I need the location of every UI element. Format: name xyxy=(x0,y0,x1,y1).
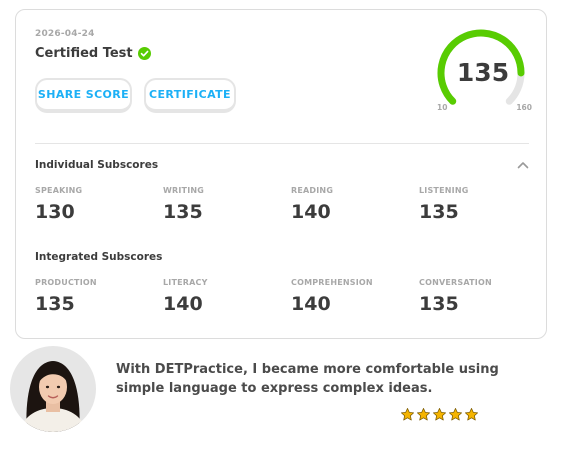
subscore-value: 140 xyxy=(291,201,331,223)
subscore-comprehension: COMPREHENSION 140 xyxy=(291,278,373,315)
subscore-value: 135 xyxy=(419,201,459,223)
star-icon xyxy=(449,408,462,421)
test-title-label: Certified Test xyxy=(35,46,133,61)
subscore-label: LISTENING xyxy=(419,186,469,195)
subscore-conversation: CONVERSATION 135 xyxy=(419,278,492,315)
check-circle-icon xyxy=(137,47,151,60)
score-card: 2026-04-24 Certified Test SHARE SCORE CE… xyxy=(15,9,547,339)
rating-stars xyxy=(400,407,479,422)
subscore-label: READING xyxy=(291,186,334,195)
testimonial-line-2: simple language to express complex ideas… xyxy=(116,381,433,396)
gauge-min-label: 10 xyxy=(437,103,448,112)
integrated-subscores-title: Integrated Subscores xyxy=(35,251,163,263)
subscore-reading: READING 140 xyxy=(291,186,333,223)
subscore-value: 130 xyxy=(35,201,75,223)
subscore-value: 135 xyxy=(35,293,75,315)
subscore-value: 140 xyxy=(163,293,203,315)
star-icon xyxy=(417,408,430,421)
subscore-production: PRODUCTION 135 xyxy=(35,278,97,315)
subscore-literacy: LITERACY 140 xyxy=(163,278,208,315)
subscore-label: SPEAKING xyxy=(35,186,83,195)
testimonial-quote: With DETPractice, I became more comforta… xyxy=(116,360,516,398)
subscore-value: 135 xyxy=(419,293,459,315)
subscore-writing: WRITING 135 xyxy=(163,186,204,223)
avatar xyxy=(10,346,96,432)
subscore-label: CONVERSATION xyxy=(419,278,492,287)
subscore-speaking: SPEAKING 130 xyxy=(35,186,82,223)
divider xyxy=(35,143,529,144)
star-icon xyxy=(433,408,446,421)
star-icon xyxy=(465,408,478,421)
subscore-label: COMPREHENSION xyxy=(291,278,373,287)
individual-subscores-title: Individual Subscores xyxy=(35,159,159,171)
overall-score: 135 xyxy=(456,58,510,87)
subscore-label: WRITING xyxy=(163,186,205,195)
test-date: 2026-04-24 xyxy=(35,29,95,39)
chevron-up-icon[interactable] xyxy=(517,161,529,169)
score-gauge: 135 10 160 xyxy=(434,27,532,119)
test-title: Certified Test xyxy=(35,46,151,61)
share-score-button[interactable]: SHARE SCORE xyxy=(35,78,132,113)
certificate-button[interactable]: CERTIFICATE xyxy=(144,78,236,113)
subscore-value: 140 xyxy=(291,293,331,315)
subscore-label: PRODUCTION xyxy=(35,278,97,287)
subscore-label: LITERACY xyxy=(163,278,208,287)
testimonial-line-1: With DETPractice, I became more comforta… xyxy=(116,362,499,377)
gauge-max-label: 160 xyxy=(516,103,532,112)
subscore-listening: LISTENING 135 xyxy=(419,186,469,223)
subscore-value: 135 xyxy=(163,201,203,223)
star-icon xyxy=(401,408,414,421)
